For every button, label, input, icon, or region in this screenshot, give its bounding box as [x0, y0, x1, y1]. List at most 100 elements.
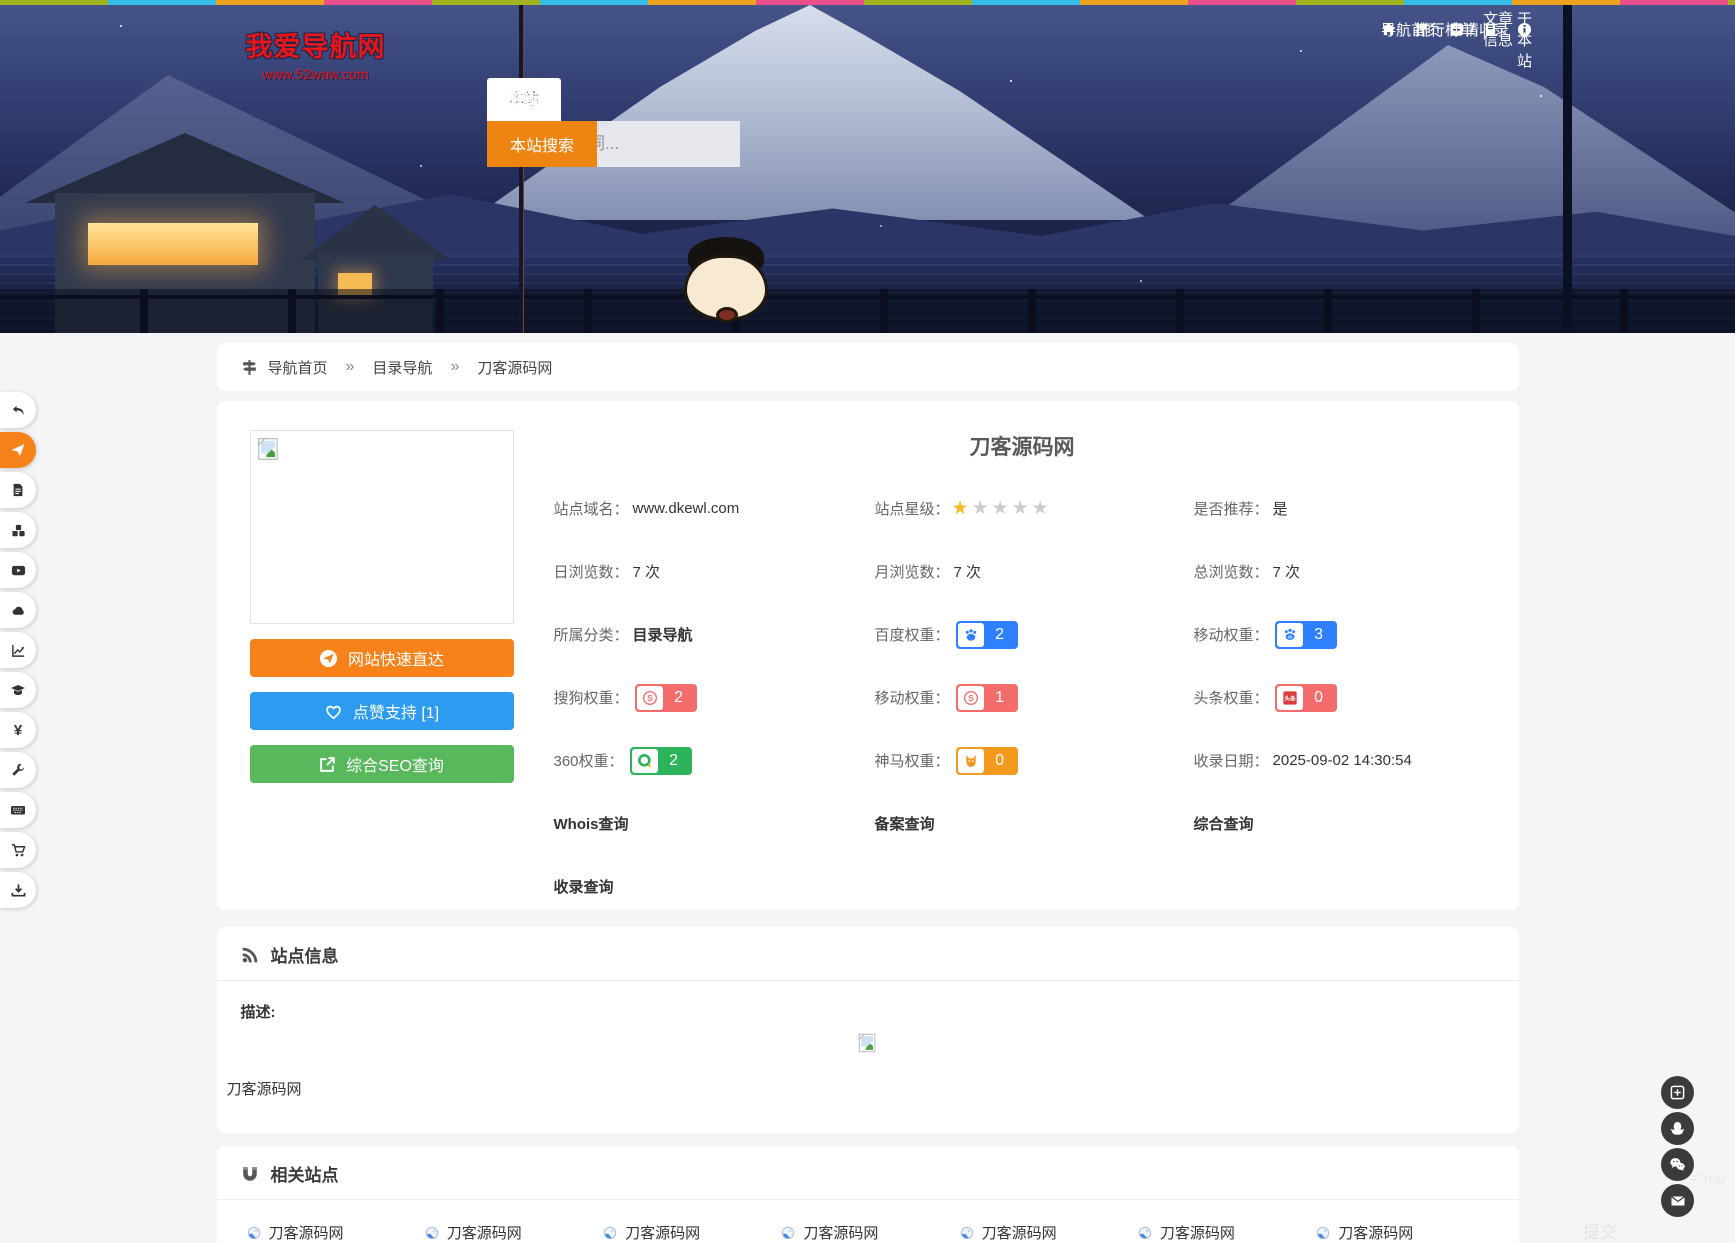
qq-icon [1669, 1120, 1686, 1137]
youtube-icon [11, 563, 26, 578]
seo-query-button[interactable]: 综合SEO查询 [250, 745, 514, 783]
sidebar-tools[interactable] [0, 752, 36, 788]
whois-query-link[interactable]: Whois查询 [554, 813, 629, 834]
tab-bing[interactable]: 必应 [487, 78, 561, 121]
field-label: 站点域名： [554, 498, 629, 519]
sidebar-shop[interactable] [0, 832, 36, 868]
sidebar-download[interactable] [0, 872, 36, 908]
fence-shape [0, 289, 1735, 333]
sidebar-modules[interactable] [0, 512, 36, 548]
hero-header: 我爱导航网 www.52waw.com 导航首页 排行榜单 申请收录 文章信息 [0, 5, 1735, 333]
svg-text:M: M [1288, 634, 1292, 639]
site-info-header: 站点信息 [217, 927, 1519, 981]
wrench-icon [11, 763, 25, 777]
character-mouth [716, 307, 738, 323]
external-link-icon [319, 756, 336, 773]
field-star-rating: 站点星级： ★★★★★ [875, 477, 1194, 540]
sidebar-stats[interactable] [0, 632, 36, 668]
field-recommend: 是否推荐： 是 [1194, 477, 1491, 540]
badge-value: 2 [658, 749, 690, 773]
related-site-label: 刀客源码网 [625, 1222, 700, 1243]
keyboard-icon [10, 802, 26, 818]
related-site-link[interactable]: 刀客源码网 [425, 1222, 603, 1243]
like-support-button[interactable]: 点赞支持 [1] [250, 692, 514, 730]
heart-icon [324, 702, 343, 721]
field-360-weight: 360权重： 2 [554, 729, 875, 792]
float-add-button[interactable] [1661, 1076, 1694, 1109]
breadcrumb: 导航首页 » 目录导航 » 刀客源码网 [217, 343, 1519, 391]
favicon-icon [1316, 1226, 1330, 1240]
related-site-link[interactable]: 刀客源码网 [1316, 1222, 1494, 1243]
breadcrumb-home[interactable]: 导航首页 [268, 357, 328, 378]
related-site-link[interactable]: 刀客源码网 [960, 1222, 1138, 1243]
stars-empty: ★★★★ [972, 498, 1052, 519]
site-detail-grid: 站点域名： www.dkewl.com 站点星级： ★★★★★ 是否推荐： 是 … [554, 477, 1491, 918]
sidebar-typing[interactable] [0, 792, 36, 828]
star-rating: ★★★★★ [952, 499, 1052, 518]
breadcrumb-category[interactable]: 目录导航 [372, 357, 432, 378]
shoulu-query-link[interactable]: 收录查询 [554, 876, 614, 897]
button-label: 点赞支持 [1] [353, 699, 439, 723]
sogou-s-icon: S [958, 686, 984, 710]
document-icon [11, 483, 25, 497]
float-email-button[interactable] [1661, 1184, 1694, 1217]
field-label: 移动权重： [1194, 624, 1269, 645]
field-label: 是否推荐： [1194, 498, 1269, 519]
related-site-link[interactable]: 刀客源码网 [247, 1222, 425, 1243]
site-info-body: 描述: 刀客源码网 [217, 981, 1519, 1099]
360-icon [632, 749, 658, 773]
field-indexed-date: 收录日期： 2025-09-02 14:30:54 [1194, 729, 1491, 792]
related-site-label: 刀客源码网 [982, 1222, 1057, 1243]
favicon-icon [960, 1226, 974, 1240]
sidebar-articles[interactable] [0, 472, 36, 508]
field-label: 神马权重： [875, 750, 950, 771]
field-baidu-mobile-weight: 移动权重： M 3 [1194, 603, 1491, 666]
button-label: 综合SEO查询 [346, 752, 444, 776]
shoulu-query-cell: 收录查询 [554, 855, 875, 918]
wechat-icon [1669, 1156, 1686, 1173]
field-value: 7 次 [633, 561, 661, 582]
svg-text:S: S [968, 693, 974, 703]
sidebar-back[interactable] [0, 392, 36, 428]
nav-label: 文章信息 [1483, 8, 1517, 50]
back-icon [11, 403, 26, 418]
related-site-link[interactable]: 刀客源码网 [603, 1222, 781, 1243]
breadcrumb-current: 刀客源码网 [477, 357, 552, 378]
site-screenshot-placeholder [250, 430, 514, 624]
logo-title: 我爱导航网 [228, 25, 403, 64]
beian-query-link[interactable]: 备案查询 [875, 813, 935, 834]
sidebar-finance[interactable]: ¥ [0, 712, 36, 748]
badge-value: 2 [663, 686, 695, 710]
pole-shape [1563, 5, 1572, 333]
field-label: 月浏览数： [875, 561, 950, 582]
cart-icon [11, 843, 26, 858]
sidebar-video[interactable] [0, 552, 36, 588]
site-logo[interactable]: 我爱导航网 www.52waw.com [228, 25, 403, 82]
broken-image-line [241, 1032, 1495, 1062]
zonghe-query-link[interactable]: 综合查询 [1194, 813, 1254, 834]
related-site-label: 刀客源码网 [447, 1222, 522, 1243]
field-sogou-weight: 搜狗权重： S 2 [554, 666, 875, 729]
nav-label: 关于本站 [1517, 5, 1532, 71]
badge-value: 1 [984, 686, 1016, 710]
snow-dots [120, 25, 122, 27]
sidebar-quick-visit[interactable] [0, 432, 36, 468]
search-button[interactable]: 本站搜索 [487, 121, 597, 167]
svg-text:S: S [647, 693, 653, 703]
category-link[interactable]: 目录导航 [633, 624, 693, 645]
related-site-link[interactable]: 刀客源码网 [781, 1222, 959, 1243]
badge-value: 0 [984, 749, 1016, 773]
visit-site-button[interactable]: 网站快速直达 [250, 639, 514, 677]
main-content: 导航首页 » 目录导航 » 刀客源码网 网站快速直达 [217, 343, 1519, 1243]
yen-icon: ¥ [14, 722, 22, 739]
related-site-link[interactable]: 刀客源码网 [1138, 1222, 1316, 1243]
float-qq-button[interactable] [1661, 1112, 1694, 1145]
sidebar-cloud[interactable] [0, 592, 36, 628]
empty-cell [1194, 855, 1491, 918]
ghost-html-fragment: ="mo [1690, 1170, 1725, 1187]
zonghe-query-cell: 综合查询 [1194, 792, 1491, 855]
baidu-mobile-paw-icon: M [1277, 623, 1303, 647]
sidebar-education[interactable] [0, 672, 36, 708]
paper-plane-icon [10, 442, 26, 458]
broken-image-icon [256, 436, 282, 462]
